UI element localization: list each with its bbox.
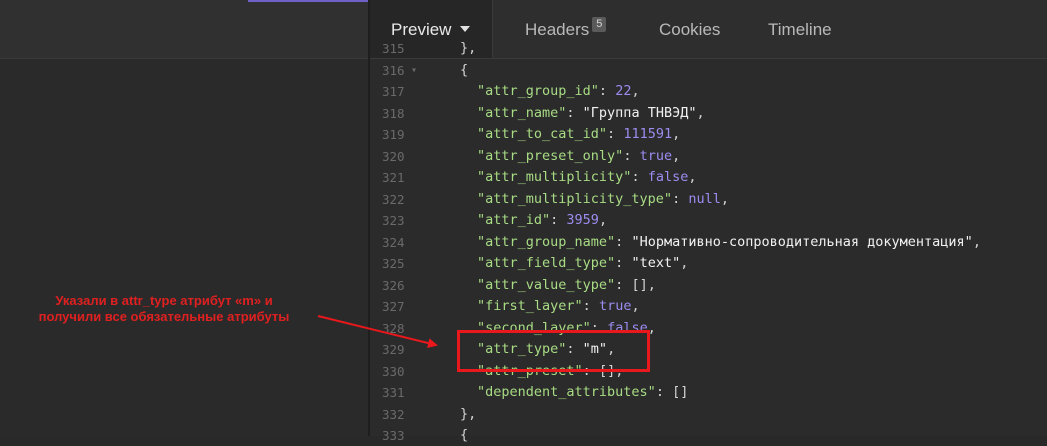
highlight-box xyxy=(457,330,650,372)
